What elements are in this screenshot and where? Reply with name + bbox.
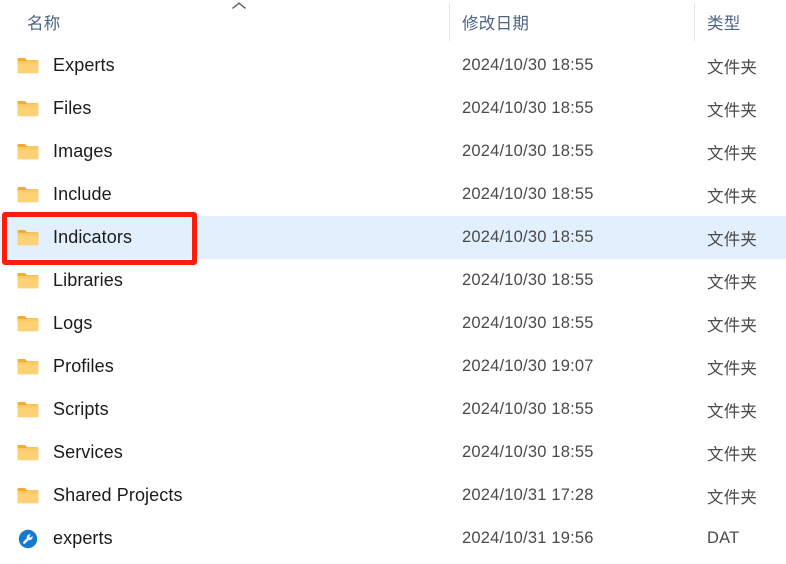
cell-name[interactable]: Shared Projects [16,474,183,517]
file-name-label: Profiles [53,356,114,376]
cell-name[interactable]: Services [16,431,123,474]
table-row[interactable]: Images 2024/10/30 18:55 文件夹 [0,130,786,173]
cell-date-modified: 2024/10/30 18:55 [462,271,594,289]
cell-type: 文件夹 [707,187,758,206]
cell-name[interactable]: Images [16,130,113,173]
file-name-label: Include [53,184,112,204]
cell-type: 文件夹 [707,230,758,249]
dat-file-icon [16,527,40,551]
file-name-label: experts [53,528,113,548]
folder-icon [16,484,40,508]
cell-type: 文件夹 [707,58,758,77]
cell-date-modified: 2024/10/30 18:55 [462,142,594,160]
cell-name[interactable]: Libraries [16,259,123,302]
file-name-label: Scripts [53,399,109,419]
cell-type: 文件夹 [707,101,758,120]
file-name-label: Images [53,141,113,161]
file-name-label: Files [53,98,92,118]
cell-type: 文件夹 [707,402,758,421]
folder-icon [16,398,40,422]
file-name-label: Libraries [53,270,123,290]
column-header-type[interactable]: 类型 [707,0,741,44]
folder-icon [16,97,40,121]
cell-name[interactable]: experts [16,517,113,560]
folder-icon [16,54,40,78]
cell-type: 文件夹 [707,273,758,292]
cell-type: 文件夹 [707,316,758,335]
cell-date-modified: 2024/10/30 18:55 [462,228,594,246]
file-list-view: 名称 修改日期 类型 Experts 2024/10/30 18:55 文件夹 Fil… [0,0,786,564]
cell-date-modified: 2024/10/30 18:55 [462,314,594,332]
table-row[interactable]: Services 2024/10/30 18:55 文件夹 [0,431,786,474]
file-name-label: Shared Projects [53,485,183,505]
cell-name[interactable]: Experts [16,44,115,87]
cell-type: DAT [707,529,740,547]
table-row[interactable]: Files 2024/10/30 18:55 文件夹 [0,87,786,130]
table-row[interactable]: Experts 2024/10/30 18:55 文件夹 [0,44,786,87]
column-header-name-label: 名称 [27,15,61,33]
cell-date-modified: 2024/10/30 18:55 [462,443,594,461]
folder-icon [16,140,40,164]
file-name-label: Experts [53,55,115,75]
cell-name[interactable]: Indicators [16,216,132,259]
cell-date-modified: 2024/10/30 18:55 [462,99,594,117]
file-name-label: Services [53,442,123,462]
cell-type: 文件夹 [707,144,758,163]
column-divider-1[interactable] [449,3,450,41]
folder-icon [16,226,40,250]
cell-date-modified: 2024/10/30 18:55 [462,56,594,74]
column-header-name[interactable]: 名称 [27,0,61,44]
file-name-label: Indicators [53,227,133,247]
cell-date-modified: 2024/10/30 19:07 [462,357,594,375]
cell-name[interactable]: Files [16,87,92,130]
table-row[interactable]: Scripts 2024/10/30 18:55 文件夹 [0,388,786,431]
table-row[interactable]: Libraries 2024/10/30 18:55 文件夹 [0,259,786,302]
table-row[interactable]: Profiles 2024/10/30 19:07 文件夹 [0,345,786,388]
cell-date-modified: 2024/10/30 18:55 [462,400,594,418]
table-row[interactable]: Indicators 2024/10/30 18:55 文件夹 [0,216,786,259]
table-row[interactable]: Logs 2024/10/30 18:55 文件夹 [0,302,786,345]
cell-name[interactable]: Profiles [16,345,114,388]
table-row[interactable]: Include 2024/10/30 18:55 文件夹 [0,173,786,216]
column-header-row: 名称 修改日期 类型 [0,0,786,44]
folder-icon [16,312,40,336]
cell-name[interactable]: Include [16,173,112,216]
folder-icon [16,441,40,465]
column-divider-2[interactable] [694,3,695,41]
cell-date-modified: 2024/10/30 18:55 [462,185,594,203]
cell-date-modified: 2024/10/31 17:28 [462,486,594,504]
column-header-date-modified[interactable]: 修改日期 [462,0,529,44]
cell-name[interactable]: Scripts [16,388,109,431]
cell-name[interactable]: Logs [16,302,92,345]
table-row[interactable]: Shared Projects 2024/10/31 17:28 文件夹 [0,474,786,517]
cell-type: 文件夹 [707,359,758,378]
column-header-date-modified-label: 修改日期 [462,15,530,33]
column-header-type-label: 类型 [707,15,741,33]
cell-type: 文件夹 [707,445,758,464]
cell-type: 文件夹 [707,488,758,507]
cell-date-modified: 2024/10/31 19:56 [462,529,594,547]
folder-icon [16,269,40,293]
file-name-label: Logs [53,313,93,333]
file-list-rows: Experts 2024/10/30 18:55 文件夹 Files 2024/10/3… [0,44,786,560]
folder-icon [16,355,40,379]
sort-ascending-chevron-up-icon[interactable] [231,1,247,11]
folder-icon [16,183,40,207]
table-row[interactable]: experts 2024/10/31 19:56 DAT [0,517,786,560]
